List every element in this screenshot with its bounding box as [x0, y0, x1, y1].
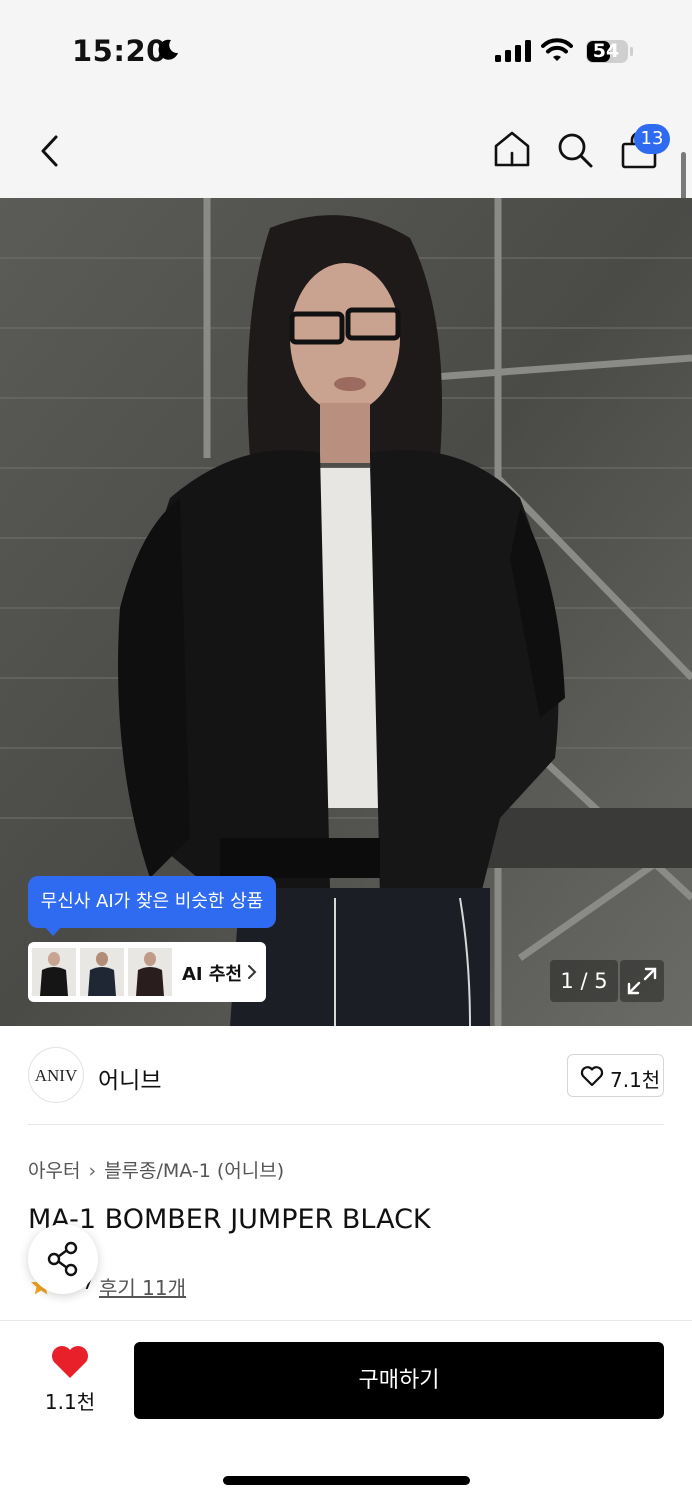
ai-thumbnail-3[interactable] [128, 948, 172, 996]
home-indicator [223, 1476, 470, 1485]
battery-level: 54 [592, 40, 620, 62]
status-bar: 15:20 54 [0, 0, 692, 100]
wish-count: 1.1천 [44, 1390, 96, 1414]
brand-name[interactable]: 어니브 [98, 1061, 161, 1095]
chevron-right-icon: › [88, 1160, 97, 1182]
product-title: MA-1 BOMBER JUMPER BLACK [28, 1204, 431, 1235]
image-page-indicator: 1 / 5 [550, 960, 618, 1002]
share-button[interactable] [28, 1224, 98, 1294]
brand-like-count: 7.1천 [610, 1068, 661, 1092]
expand-icon [627, 967, 657, 995]
breadcrumb: 아우터 › 블루종/MA-1 (어니브) [28, 1156, 284, 1183]
ai-recommend-label: AI 추천 [182, 964, 243, 985]
review-link[interactable]: 후기 11개 [99, 1272, 186, 1301]
moon-icon [158, 39, 178, 60]
breadcrumb-item-outerwear[interactable]: 아우터 [28, 1160, 80, 1182]
ai-thumbnail-1[interactable] [32, 948, 76, 996]
back-arrow-icon[interactable] [36, 134, 64, 168]
expand-button[interactable] [620, 960, 664, 1002]
brand-logo[interactable]: ANIV [28, 1047, 84, 1103]
share-icon [47, 1241, 78, 1277]
breadcrumb-item-blouson[interactable]: 블루종/MA-1 (어니브) [104, 1160, 284, 1182]
heart-filled-icon[interactable] [50, 1344, 90, 1380]
home-icon[interactable] [492, 129, 532, 169]
divider [28, 1124, 664, 1125]
wifi-icon [541, 38, 573, 61]
buy-button[interactable]: 구매하기 [134, 1342, 664, 1419]
cellular-signal-icon [495, 40, 531, 62]
ai-recommend-card[interactable]: AI 추천 [28, 942, 266, 1002]
brand-like-button[interactable]: 7.1천 [567, 1054, 664, 1097]
heart-outline-icon [580, 1066, 604, 1087]
chevron-right-icon [248, 965, 257, 979]
tooltip-arrow [44, 926, 62, 936]
ai-thumbnail-2[interactable] [80, 948, 124, 996]
search-icon[interactable] [555, 130, 595, 170]
cart-count-badge: 13 [634, 124, 670, 154]
status-time: 15:20 [72, 34, 167, 68]
ai-similar-products-tooltip[interactable]: 무신사 AI가 찾은 비슷한 상품 [28, 876, 276, 928]
